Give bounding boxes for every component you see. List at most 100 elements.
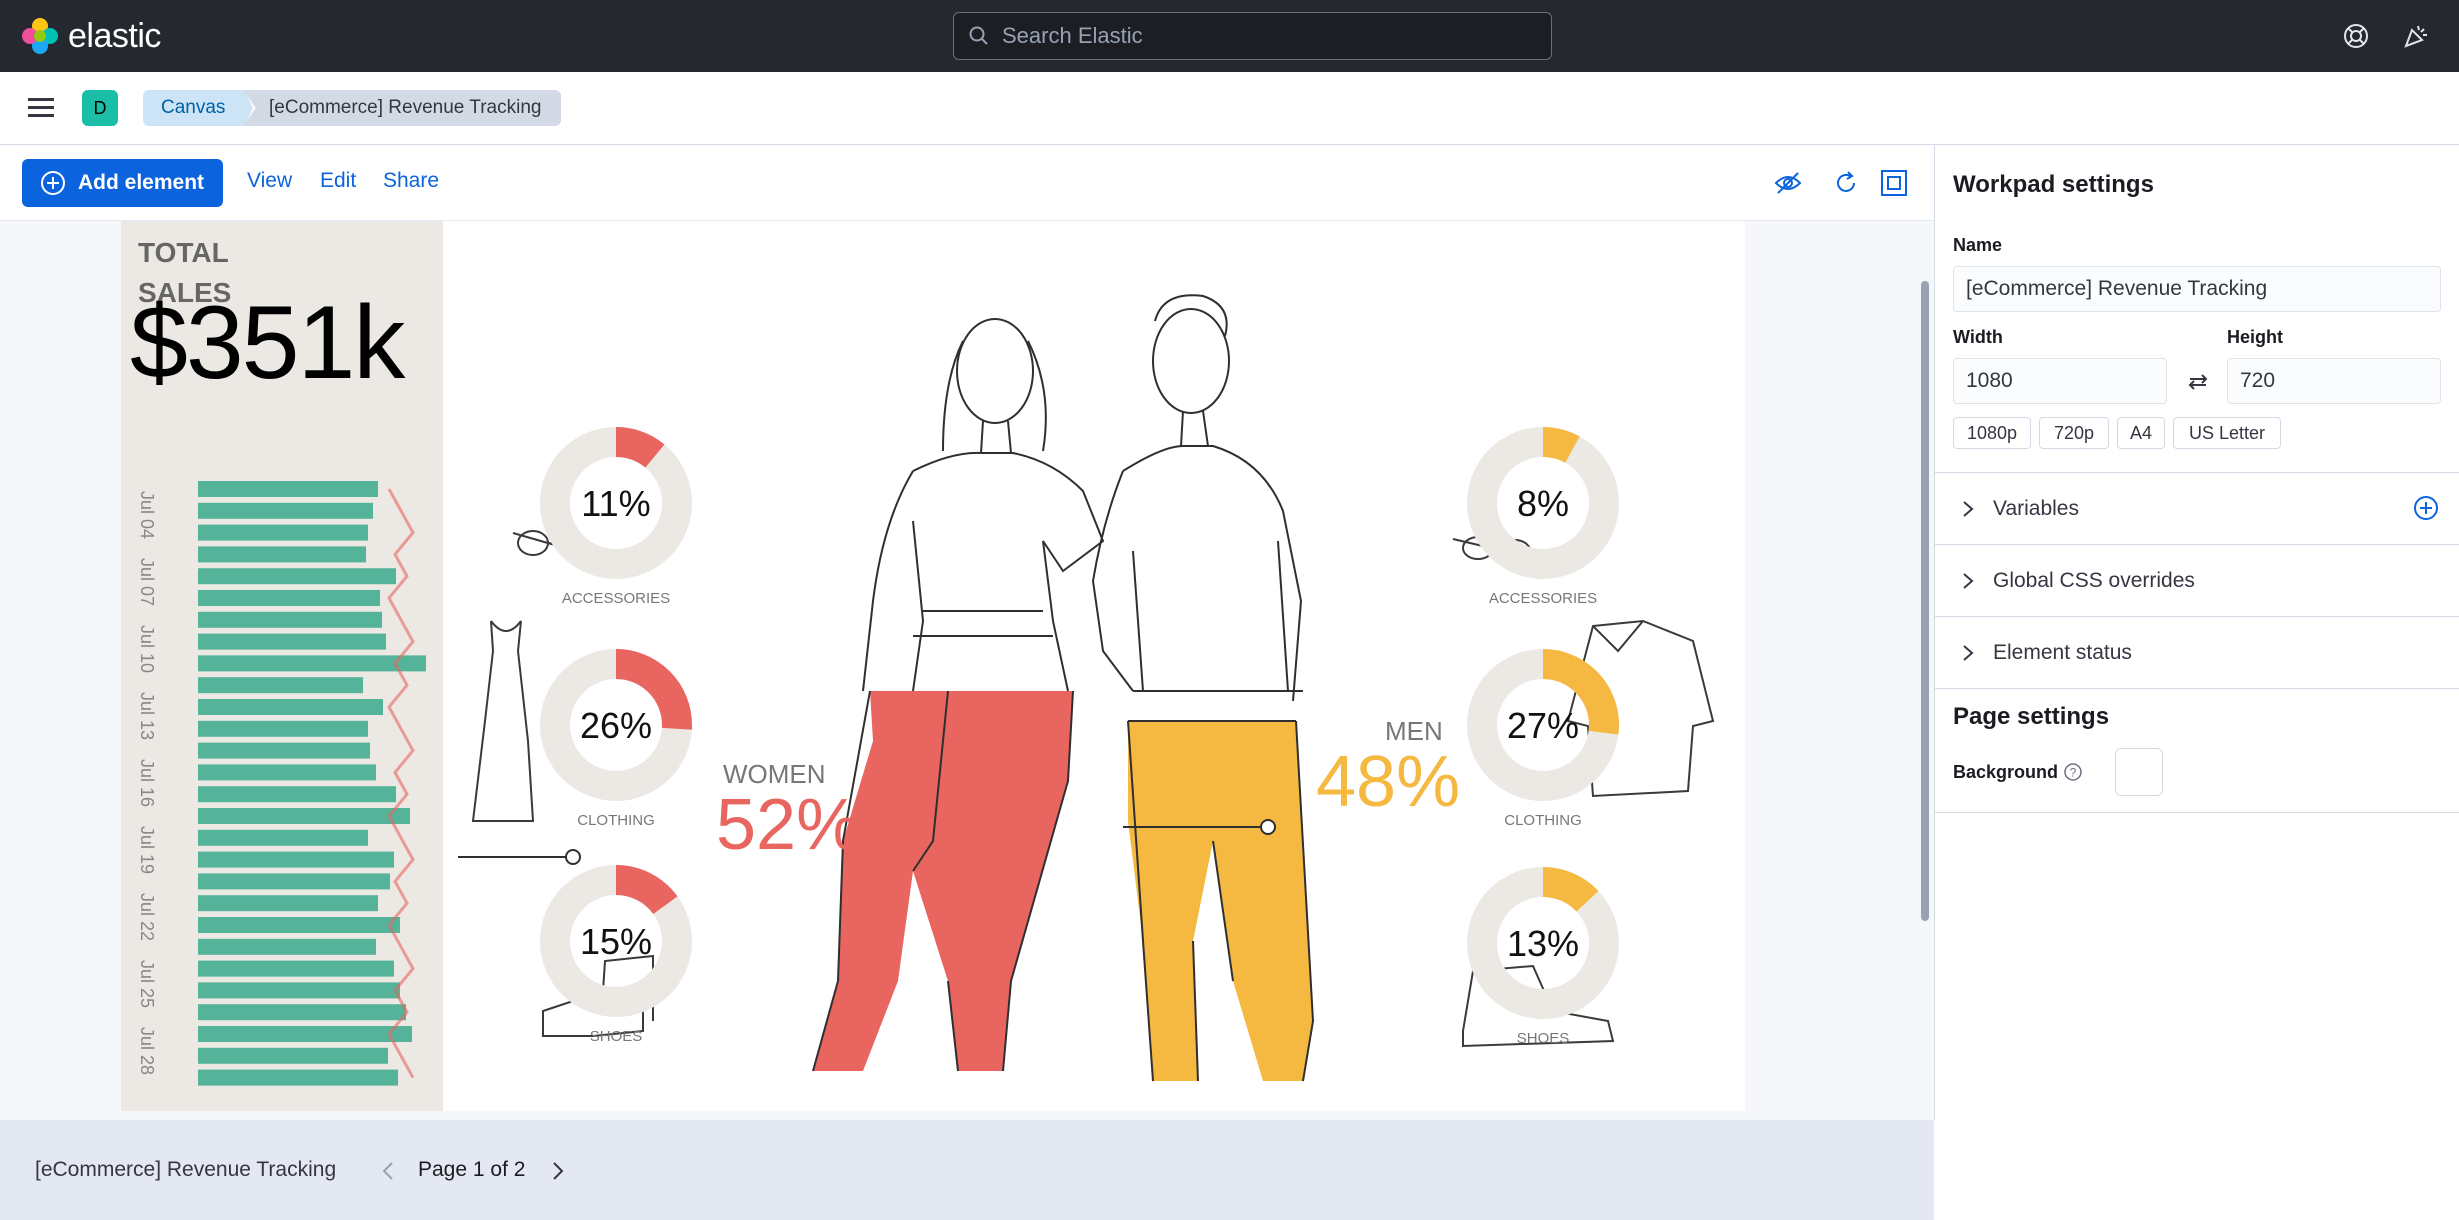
- date-label: Jul 13: [137, 692, 157, 740]
- brand-name: elastic: [68, 16, 161, 55]
- space-avatar[interactable]: D: [82, 90, 118, 126]
- breadcrumb-canvas[interactable]: Canvas: [143, 90, 253, 126]
- sales-bar: [198, 938, 376, 955]
- workpad-name-input[interactable]: [eCommerce] Revenue Tracking: [1953, 266, 2441, 312]
- search-input[interactable]: [1000, 22, 1524, 50]
- sales-bar: [198, 764, 376, 781]
- sales-bar: [198, 873, 390, 890]
- category-donut[interactable]: 26% CLOTHING: [540, 649, 692, 829]
- donut-percentage: 15%: [580, 921, 652, 962]
- sales-bar: [198, 808, 410, 824]
- view-menu[interactable]: View: [247, 169, 292, 193]
- sales-bar: [198, 829, 368, 846]
- global-css-label: Global CSS overrides: [1993, 568, 2195, 592]
- preset-us-letter[interactable]: US Letter: [2173, 417, 2281, 449]
- category-donut[interactable]: 13% SHOES: [1467, 867, 1619, 1047]
- plus-circle-icon: [41, 171, 65, 195]
- date-label: Jul 19: [137, 826, 157, 874]
- swap-dimensions-icon[interactable]: [2187, 371, 2209, 393]
- sales-bar: [198, 481, 378, 497]
- previous-page-icon[interactable]: [380, 1160, 396, 1182]
- sales-bar: [198, 851, 394, 868]
- top-header: elastic: [0, 0, 2459, 72]
- workpad-settings-panel: Workpad settings Name [eCommerce] Revenu…: [1934, 145, 2459, 1120]
- category-donut[interactable]: 27% CLOTHING: [1467, 649, 1619, 829]
- variables-section[interactable]: Variables: [1935, 472, 2459, 544]
- sales-bar: [198, 677, 363, 694]
- men-percentage: 48%: [1316, 742, 1461, 822]
- element-status-section[interactable]: Element status: [1935, 616, 2459, 688]
- category-donut[interactable]: 8% ACCESSORIES: [1467, 427, 1619, 607]
- panel-divider: [1935, 812, 2459, 813]
- donut-category-label: CLOTHING: [1504, 812, 1582, 829]
- donut-category-label: ACCESSORIES: [1489, 590, 1597, 607]
- page-indicator[interactable]: Page 1 of 2: [418, 1158, 525, 1182]
- variables-label: Variables: [1993, 496, 2079, 520]
- name-label: Name: [1953, 235, 2003, 255]
- next-page-icon[interactable]: [550, 1160, 566, 1182]
- chevron-right-icon: [1963, 500, 1974, 517]
- sales-bar: [198, 742, 370, 759]
- canvas-toolbar: Add element View Edit Share: [0, 145, 1934, 221]
- background-color-swatch[interactable]: [2115, 748, 2163, 796]
- workpad-canvas[interactable]: TOTAL SALES $351k Jul 04 Jul 07 Jul 10 Jul …: [0, 221, 1934, 1121]
- donut-percentage: 26%: [580, 705, 652, 746]
- search-icon: [969, 26, 988, 45]
- date-label: Jul 07: [137, 558, 157, 606]
- add-variable-icon[interactable]: [2413, 495, 2439, 521]
- menu-icon[interactable]: [28, 96, 56, 120]
- hide-editing-icon[interactable]: [1774, 169, 1802, 197]
- svg-text:?: ?: [2070, 766, 2077, 780]
- global-css-section[interactable]: Global CSS overrides: [1935, 544, 2459, 616]
- sales-bar: [198, 1047, 388, 1064]
- background-label: Background: [1953, 762, 2059, 782]
- fullscreen-icon[interactable]: [1880, 169, 1908, 197]
- sales-bar: [198, 1069, 398, 1086]
- canvas-vertical-scrollbar[interactable]: [1921, 281, 1929, 921]
- preset-720p[interactable]: 720p: [2039, 417, 2109, 449]
- date-label: Jul 25: [137, 960, 157, 1008]
- global-search[interactable]: [953, 12, 1552, 60]
- add-element-label: Add element: [78, 171, 205, 194]
- sales-bar: [198, 960, 394, 977]
- sales-bar: [198, 699, 383, 715]
- donut-category-label: SHOES: [1517, 1030, 1570, 1047]
- height-input[interactable]: 720: [2227, 358, 2441, 404]
- daily-sales-bar-chart[interactable]: Jul 04 Jul 07 Jul 10 Jul 13 Jul 16 Jul 19 Jul …: [121, 471, 443, 1111]
- workpad-settings-title: Workpad settings: [1953, 171, 2154, 198]
- category-donut[interactable]: 11% ACCESSORIES: [540, 427, 692, 607]
- sales-bar: [198, 1026, 412, 1042]
- sales-bar: [198, 786, 396, 803]
- newsfeed-icon[interactable]: [2402, 22, 2430, 50]
- date-label: Jul 22: [137, 893, 157, 941]
- date-label: Jul 10: [137, 625, 157, 673]
- help-icon[interactable]: [2342, 22, 2370, 50]
- width-input[interactable]: 1080: [1953, 358, 2167, 404]
- donut-category-label: CLOTHING: [577, 812, 655, 829]
- date-label: Jul 04: [137, 491, 157, 539]
- women-percentage: 52%: [716, 785, 861, 865]
- elastic-logo[interactable]: elastic: [22, 16, 161, 56]
- sales-bar: [198, 655, 426, 672]
- preset-a4[interactable]: A4: [2117, 417, 2165, 449]
- category-donut-charts[interactable]: 11% ACCESSORIES 26% CLOTHING 15% SHOES 8% ACCES…: [443, 221, 1745, 1111]
- date-label: Jul 28: [137, 1027, 157, 1075]
- sales-bar: [198, 590, 380, 606]
- share-menu[interactable]: Share: [383, 169, 439, 193]
- width-label: Width: [1953, 327, 2003, 347]
- add-element-button[interactable]: Add element: [22, 159, 223, 207]
- edit-menu[interactable]: Edit: [320, 169, 356, 193]
- sales-bar: [198, 611, 382, 628]
- category-donut[interactable]: 15% SHOES: [540, 865, 692, 1045]
- help-question-icon[interactable]: ?: [2063, 762, 2083, 782]
- preset-1080p[interactable]: 1080p: [1953, 417, 2031, 449]
- sales-bar: [198, 895, 378, 912]
- refresh-icon[interactable]: [1832, 169, 1860, 197]
- donut-percentage: 13%: [1507, 923, 1579, 964]
- date-label: Jul 16: [137, 759, 157, 807]
- donut-category-label: ACCESSORIES: [562, 590, 670, 607]
- page-settings-title: Page settings: [1953, 703, 2110, 730]
- donut-category-label: SHOES: [590, 1028, 643, 1045]
- element-status-label: Element status: [1993, 640, 2132, 664]
- donut-percentage: 27%: [1507, 705, 1579, 746]
